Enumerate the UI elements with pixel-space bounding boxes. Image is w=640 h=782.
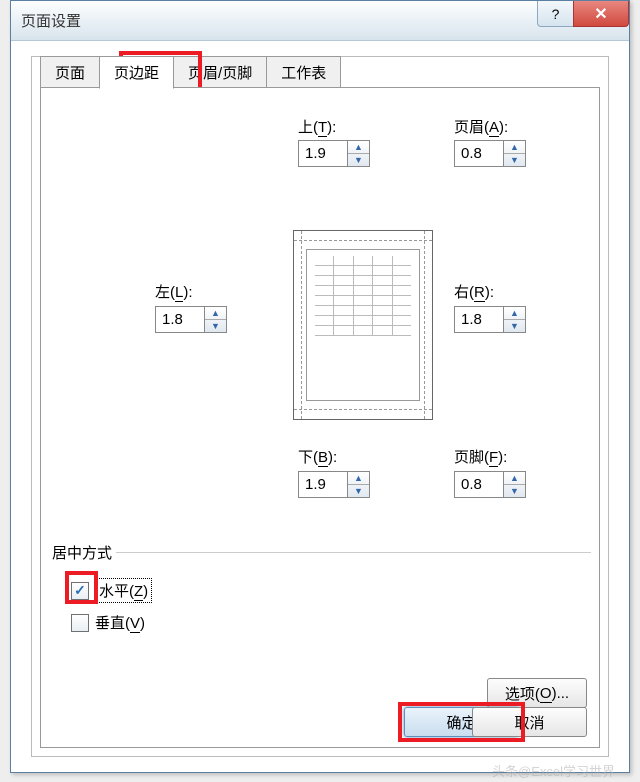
page-setup-dialog: 页面设置 ? ✕ 页面 页边距 页眉/页脚 工作表 上(T): ▲ ▼ 页眉(A… bbox=[10, 0, 630, 773]
spinner-left[interactable]: ▲ ▼ bbox=[155, 306, 227, 333]
label-bottom: 下(B): bbox=[298, 446, 337, 467]
spinner-right[interactable]: ▲ ▼ bbox=[454, 306, 526, 333]
spin-up-icon[interactable]: ▲ bbox=[205, 307, 226, 320]
spinner-bottom-buttons[interactable]: ▲ ▼ bbox=[348, 471, 370, 498]
tabpanel-margins: 上(T): ▲ ▼ 页眉(A): ▲ ▼ 左(L): ▲ bbox=[40, 87, 600, 748]
close-button[interactable]: ✕ bbox=[573, 1, 629, 27]
spinner-right-buttons[interactable]: ▲ ▼ bbox=[504, 306, 526, 333]
spinner-footer-buttons[interactable]: ▲ ▼ bbox=[504, 471, 526, 498]
tab-sheet[interactable]: 工作表 bbox=[266, 56, 341, 89]
input-header[interactable] bbox=[454, 140, 504, 167]
spin-down-icon[interactable]: ▼ bbox=[504, 154, 525, 166]
spin-up-icon[interactable]: ▲ bbox=[504, 472, 525, 485]
tab-margins[interactable]: 页边距 bbox=[99, 56, 174, 89]
spinner-bottom[interactable]: ▲ ▼ bbox=[298, 471, 370, 498]
label-footer: 页脚(F): bbox=[454, 446, 507, 467]
input-left[interactable] bbox=[155, 306, 205, 333]
highlight-ok-button bbox=[398, 702, 525, 742]
checkbox-vertical-row[interactable]: 垂直(V) bbox=[71, 612, 145, 633]
spin-down-icon[interactable]: ▼ bbox=[205, 320, 226, 332]
spin-down-icon[interactable]: ▼ bbox=[348, 154, 369, 166]
content-area: 页面 页边距 页眉/页脚 工作表 上(T): ▲ ▼ 页眉(A): ▲ ▼ bbox=[31, 56, 609, 757]
spinner-left-buttons[interactable]: ▲ ▼ bbox=[205, 306, 227, 333]
spinner-header[interactable]: ▲ ▼ bbox=[454, 140, 526, 167]
label-horizontal: 水平(Z) bbox=[95, 578, 152, 603]
label-centering: 居中方式 bbox=[49, 542, 115, 563]
spin-up-icon[interactable]: ▲ bbox=[504, 307, 525, 320]
spin-up-icon[interactable]: ▲ bbox=[348, 141, 369, 154]
spinner-top[interactable]: ▲ ▼ bbox=[298, 140, 370, 167]
spinner-top-buttons[interactable]: ▲ ▼ bbox=[348, 140, 370, 167]
label-top: 上(T): bbox=[298, 116, 336, 137]
watermark: 头条@Excel学习世界 bbox=[492, 761, 615, 780]
dialog-title: 页面设置 bbox=[21, 10, 81, 31]
label-header: 页眉(A): bbox=[454, 116, 508, 137]
spin-down-icon[interactable]: ▼ bbox=[348, 485, 369, 497]
fieldset-divider bbox=[116, 552, 591, 553]
input-footer[interactable] bbox=[454, 471, 504, 498]
spin-up-icon[interactable]: ▲ bbox=[504, 141, 525, 154]
spinner-header-buttons[interactable]: ▲ ▼ bbox=[504, 140, 526, 167]
titlebar: 页面设置 ? ✕ bbox=[11, 1, 629, 41]
label-right: 右(R): bbox=[454, 281, 494, 302]
label-left: 左(L): bbox=[155, 281, 193, 302]
input-bottom[interactable] bbox=[298, 471, 348, 498]
checkbox-vertical[interactable] bbox=[71, 614, 89, 632]
window-buttons: ? ✕ bbox=[537, 1, 629, 40]
input-right[interactable] bbox=[454, 306, 504, 333]
spinner-footer[interactable]: ▲ ▼ bbox=[454, 471, 526, 498]
tab-page[interactable]: 页面 bbox=[40, 56, 100, 89]
spin-down-icon[interactable]: ▼ bbox=[504, 320, 525, 332]
help-button[interactable]: ? bbox=[537, 1, 573, 27]
highlight-checkbox-horizontal bbox=[65, 571, 98, 604]
label-vertical: 垂直(V) bbox=[95, 612, 145, 633]
spin-down-icon[interactable]: ▼ bbox=[504, 485, 525, 497]
spin-up-icon[interactable]: ▲ bbox=[348, 472, 369, 485]
input-top[interactable] bbox=[298, 140, 348, 167]
page-preview bbox=[293, 230, 433, 420]
